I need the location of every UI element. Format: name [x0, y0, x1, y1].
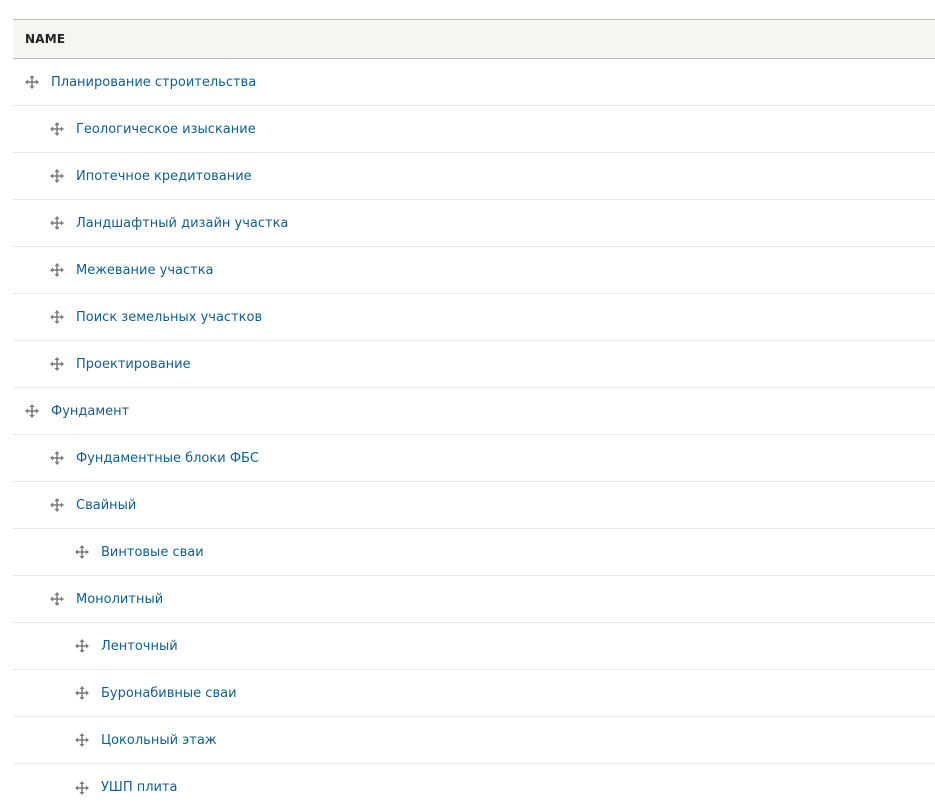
drag-handle-icon[interactable]: [50, 592, 64, 606]
drag-handle-icon[interactable]: [75, 639, 89, 653]
term-link[interactable]: Ландшафтный дизайн участка: [76, 216, 288, 231]
table-row: Фундамент: [13, 388, 935, 435]
term-link[interactable]: Планирование строительства: [51, 75, 256, 90]
term-link[interactable]: Проектирование: [76, 357, 191, 372]
term-link[interactable]: Межевание участка: [76, 263, 214, 278]
drag-handle-icon[interactable]: [25, 75, 39, 89]
table-row: Ленточный: [13, 623, 935, 670]
drag-handle-icon[interactable]: [50, 357, 64, 371]
drag-handle-icon[interactable]: [50, 310, 64, 324]
drag-handle-icon[interactable]: [50, 498, 64, 512]
table-header: NAME: [13, 19, 935, 59]
table-row: Винтовые сваи: [13, 529, 935, 576]
term-link[interactable]: Поиск земельных участков: [76, 310, 262, 325]
drag-handle-icon[interactable]: [75, 686, 89, 700]
term-link[interactable]: Винтовые сваи: [101, 545, 204, 560]
drag-handle-icon[interactable]: [50, 263, 64, 277]
table-row: Свайный: [13, 482, 935, 529]
drag-handle-icon[interactable]: [75, 545, 89, 559]
drag-handle-icon[interactable]: [50, 169, 64, 183]
table-row: УШП плита: [13, 764, 935, 811]
table-row: Проектирование: [13, 341, 935, 388]
table-row: Монолитный: [13, 576, 935, 623]
table-row: Межевание участка: [13, 247, 935, 294]
drag-handle-icon[interactable]: [50, 122, 64, 136]
term-link[interactable]: Цокольный этаж: [101, 733, 217, 748]
table-row: Цокольный этаж: [13, 717, 935, 764]
table-row: Поиск земельных участков: [13, 294, 935, 341]
term-link[interactable]: Монолитный: [76, 592, 163, 607]
table-row: Ландшафтный дизайн участка: [13, 200, 935, 247]
term-link[interactable]: Фундамент: [51, 404, 129, 419]
drag-handle-icon[interactable]: [75, 780, 89, 795]
term-link[interactable]: Свайный: [76, 498, 136, 513]
drag-handle-icon[interactable]: [50, 451, 64, 465]
table-row: Планирование строительства: [13, 59, 935, 106]
table-body: Планирование строительства Геологическое…: [13, 59, 935, 811]
term-link[interactable]: УШП плита: [101, 780, 178, 795]
drag-handle-icon[interactable]: [75, 733, 89, 747]
term-link[interactable]: Ипотечное кредитование: [76, 169, 252, 184]
taxonomy-table: NAME Планирование строительства Геологич…: [13, 19, 935, 811]
table-row: Фундаментные блоки ФБС: [13, 435, 935, 482]
table-row: Ипотечное кредитование: [13, 153, 935, 200]
term-link[interactable]: Фундаментные блоки ФБС: [76, 451, 259, 466]
term-link[interactable]: Ленточный: [101, 639, 178, 654]
table-row: Геологическое изыскание: [13, 106, 935, 153]
column-header-name[interactable]: NAME: [25, 32, 65, 46]
table-row: Буронабивные сваи: [13, 670, 935, 717]
drag-handle-icon[interactable]: [25, 404, 39, 418]
term-link[interactable]: Буронабивные сваи: [101, 686, 237, 701]
term-link[interactable]: Геологическое изыскание: [76, 122, 256, 137]
drag-handle-icon[interactable]: [50, 216, 64, 230]
